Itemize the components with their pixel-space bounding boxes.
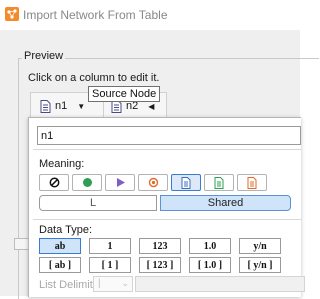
type-boolean-button[interactable]: y/n bbox=[239, 238, 281, 254]
type-label: [ 1.0 ] bbox=[197, 259, 223, 271]
meaning-skip-button[interactable] bbox=[39, 174, 69, 191]
meaning-tooltip: Source Node bbox=[88, 86, 161, 102]
divider bbox=[33, 149, 301, 150]
meaning-target-attribute-button[interactable] bbox=[237, 174, 267, 191]
title-bar: Import Network From Table bbox=[0, 0, 300, 30]
type-integer-list-button[interactable]: [ 1 ] bbox=[89, 257, 131, 273]
window-title: Import Network From Table bbox=[23, 8, 168, 22]
list-delimiter-custom-field[interactable] bbox=[135, 276, 305, 292]
skip-icon bbox=[49, 177, 59, 188]
type-long-button[interactable]: 123 bbox=[139, 238, 181, 254]
column-name: n1 bbox=[55, 100, 68, 112]
document-icon bbox=[40, 99, 51, 113]
type-double-button[interactable]: 1.0 bbox=[189, 238, 231, 254]
scope-shared-toggle[interactable]: Shared bbox=[160, 195, 291, 211]
edge-attribute-icon bbox=[214, 176, 224, 189]
type-double-list-button[interactable]: [ 1.0 ] bbox=[189, 257, 231, 273]
type-label: [ ab ] bbox=[48, 259, 72, 271]
interaction-icon bbox=[148, 177, 158, 188]
type-long-list-button[interactable]: [ 123 ] bbox=[139, 257, 181, 273]
type-label: [ y/n ] bbox=[247, 259, 273, 271]
table-edge bbox=[14, 238, 29, 250]
preview-legend: Preview bbox=[22, 50, 66, 62]
meaning-source-node-button[interactable] bbox=[72, 174, 102, 191]
meaning-edge-attribute-button[interactable] bbox=[204, 174, 234, 191]
meaning-label: Meaning: bbox=[39, 158, 85, 170]
meaning-interaction-button[interactable] bbox=[138, 174, 168, 191]
type-string-list-button[interactable]: [ ab ] bbox=[39, 257, 81, 273]
scope-local-toggle[interactable]: L bbox=[39, 195, 157, 211]
source-attribute-icon bbox=[181, 176, 191, 189]
type-boolean-list-button[interactable]: [ y/n ] bbox=[239, 257, 281, 273]
type-label: [ 123 ] bbox=[146, 259, 174, 271]
type-integer-button[interactable]: 1 bbox=[89, 238, 131, 254]
column-editor-popup: Meaning: bbox=[28, 117, 305, 297]
type-label: 123 bbox=[152, 240, 168, 252]
chevron-down-icon[interactable]: ▼ bbox=[77, 102, 85, 111]
preview-hint: Click on a column to edit it. bbox=[28, 72, 160, 84]
target-attribute-icon bbox=[247, 176, 257, 189]
data-type-label: Data Type: bbox=[39, 224, 92, 236]
type-label: 1.0 bbox=[203, 240, 217, 252]
type-label: y/n bbox=[253, 240, 267, 252]
type-string-button[interactable]: ab bbox=[39, 238, 81, 254]
target-node-icon bbox=[116, 178, 125, 187]
column-name-input[interactable] bbox=[37, 126, 301, 145]
source-node-icon bbox=[82, 178, 92, 187]
chevron-left-icon[interactable]: ◀ bbox=[148, 102, 154, 111]
scope-shared-label: Shared bbox=[207, 197, 244, 209]
type-label: ab bbox=[54, 240, 66, 252]
scope-local-label: L bbox=[90, 197, 97, 209]
chevron-down-icon: ⌄ bbox=[121, 278, 129, 288]
meaning-source-attribute-button[interactable] bbox=[171, 174, 201, 191]
divider bbox=[33, 219, 301, 220]
list-delimiter-value: | bbox=[98, 278, 101, 289]
type-label: 1 bbox=[107, 240, 113, 252]
cytoscape-app-icon bbox=[5, 7, 19, 21]
type-label: [ 1 ] bbox=[101, 259, 119, 271]
meaning-target-node-button[interactable] bbox=[105, 174, 135, 191]
list-delimiter-select[interactable]: | ⌄ bbox=[93, 276, 133, 292]
